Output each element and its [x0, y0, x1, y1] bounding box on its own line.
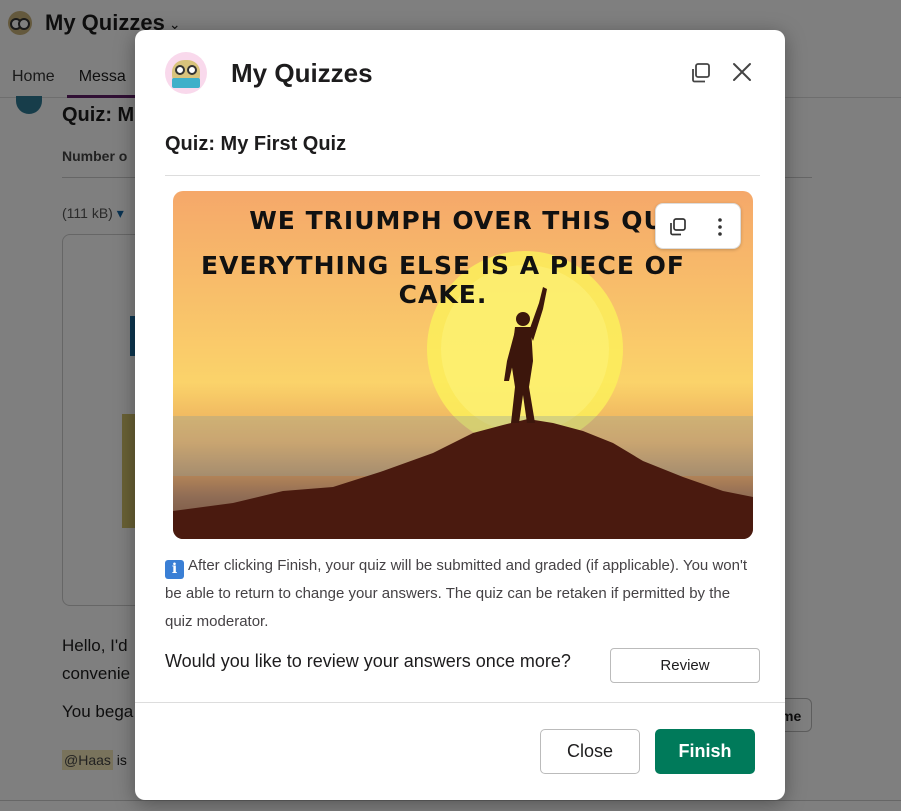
finish-button[interactable]: Finish — [655, 729, 755, 774]
image-actions — [655, 203, 741, 249]
quiz-heading: Quiz: My First Quiz — [165, 133, 347, 155]
info-icon: i — [165, 560, 184, 579]
info-text: After clicking Finish, your quiz will be… — [165, 557, 747, 630]
quiz-image[interactable]: WE TRIUMPH OVER THIS QUIZ. EVERYTHING EL… — [173, 191, 753, 539]
copy-icon[interactable] — [690, 62, 712, 84]
modal-title: My Quizzes — [231, 58, 373, 88]
review-button[interactable]: Review — [610, 648, 760, 683]
image-caption: EVERYTHING ELSE IS A PIECE OF CAKE. — [201, 251, 685, 309]
review-question: Would you like to review your answers on… — [165, 651, 571, 671]
finish-info: i After clicking Finish, your quiz will b… — [165, 552, 755, 636]
close-button[interactable]: Close — [540, 729, 640, 774]
more-vertical-icon[interactable] — [710, 217, 730, 237]
divider — [135, 702, 785, 703]
close-icon[interactable] — [731, 61, 753, 83]
finish-quiz-modal: My Quizzes Quiz: My First Quiz WE TRIUMP… — [135, 30, 785, 800]
divider — [165, 175, 760, 176]
copy-icon[interactable] — [668, 217, 688, 237]
owl-logo-icon — [165, 52, 207, 94]
